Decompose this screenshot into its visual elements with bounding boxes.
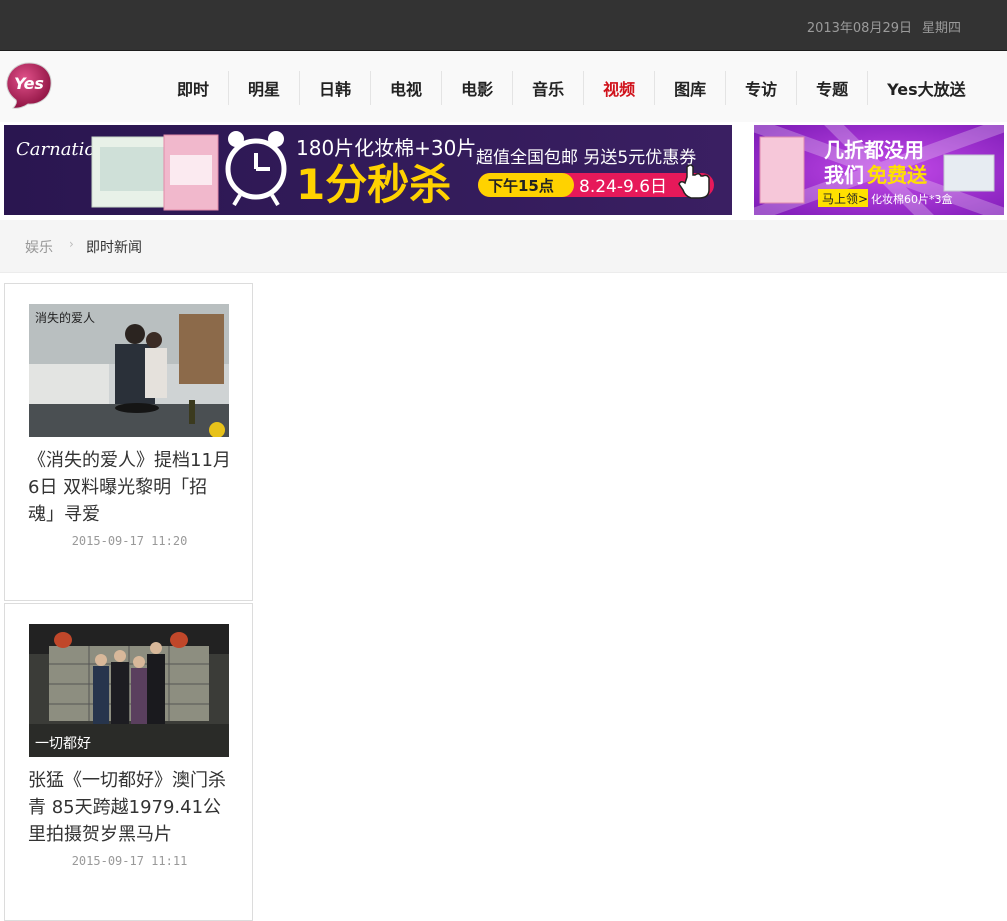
article-timestamp: 2015-09-17 11:20 [71,534,188,548]
banner-ad-graphic-right: 几折都没用 我们 免费送 马上领> 化妆棉60片*3盒 [754,125,1004,215]
nav-item-jishi[interactable]: 即时 [158,71,228,105]
article-thumbnail[interactable]: 一切都好 [29,624,229,757]
current-date: 2013年08月29日 星期四 [807,17,961,36]
breadcrumb: 娱乐 › 即时新闻 [0,220,1007,273]
banner-headline: 180片化妆棉+30片 [296,136,476,160]
banner-right-top: 超值全国包邮 另送5元优惠券 [476,148,696,168]
logo-text: Yes [14,74,44,93]
banner-right-detail: 化妆棉60片*3盒 [871,192,953,206]
site-header: Yes 即时 明星 日韩 电视 电影 音乐 视频 图库 专访 专题 Yes大放送 [0,51,1007,122]
article-thumbnail-image: 一切都好 [29,624,229,757]
banner-right-line2b: 免费送 [867,163,928,187]
banner-right-line1: 几折都没用 [824,138,924,162]
logo-icon: Yes [6,62,52,109]
banner-ad-carnation[interactable]: Carnation 180片化妆棉+30片 1分秒杀 超值全国包邮 另送5元优惠… [4,125,732,215]
breadcrumb-current: 即时新闻 [86,240,142,256]
banner-ad-graphic: Carnation 180片化妆棉+30片 1分秒杀 超值全国包邮 另送5元优惠… [4,125,732,215]
nav-item-yinyue[interactable]: 音乐 [512,71,583,105]
banner-right-cta: 马上领> [822,192,868,206]
breadcrumb-separator: › [69,237,74,251]
thumbnail-caption: 一切都好 [35,736,91,752]
nav-item-tuku[interactable]: 图库 [654,71,725,105]
banner-date-range: 8.24-9.6日 [579,177,667,197]
nav-item-zhuanti[interactable]: 专题 [796,71,867,105]
nav-item-rihan[interactable]: 日韩 [299,71,370,105]
nav-item-dianshi[interactable]: 电视 [370,71,441,105]
nav-item-yes-dafangsong[interactable]: Yes大放送 [867,71,985,105]
banner-time-label: 下午15点 [488,177,554,195]
thumbnail-caption: 消失的爱人 [35,310,95,325]
article-card[interactable]: 消失的爱人 《消失的爱人》提档11月6日 双料曝光黎明「招魂」寻爱 2015-0… [4,283,253,601]
article-title-link[interactable]: 《消失的爱人》提档11月6日 双料曝光黎明「招魂」寻爱 [28,447,233,528]
date-text: 2013年08月29日 [806,21,912,36]
banner-big-text: 1分秒杀 [296,160,451,209]
nav-item-dianying[interactable]: 电影 [441,71,512,105]
main-nav: 即时 明星 日韩 电视 电影 音乐 视频 图库 专访 专题 Yes大放送 [158,71,985,105]
banner-right-line2a: 我们 [824,163,864,187]
weekday-text: 星期四 [921,21,961,36]
nav-item-shipin[interactable]: 视频 [583,71,654,105]
article-card[interactable]: 一切都好 张猛《一切都好》澳门杀青 85天跨越1979.41公里拍摄贺岁黑马片 … [4,603,253,921]
article-timestamp: 2015-09-17 11:11 [71,854,188,868]
article-thumbnail[interactable]: 消失的爱人 [29,304,229,437]
breadcrumb-root-link[interactable]: 娱乐 [25,237,53,257]
banner-ad-free-gift[interactable]: 几折都没用 我们 免费送 马上领> 化妆棉60片*3盒 [754,125,1004,215]
article-thumbnail-image: 消失的爱人 [29,304,229,437]
article-title-link[interactable]: 张猛《一切都好》澳门杀青 85天跨越1979.41公里拍摄贺岁黑马片 [28,767,233,848]
nav-item-zhuanfang[interactable]: 专访 [725,71,796,105]
top-bar: 2013年08月29日 星期四 [0,0,1007,51]
nav-item-mingxing[interactable]: 明星 [228,71,299,105]
site-logo[interactable]: Yes [4,60,54,110]
